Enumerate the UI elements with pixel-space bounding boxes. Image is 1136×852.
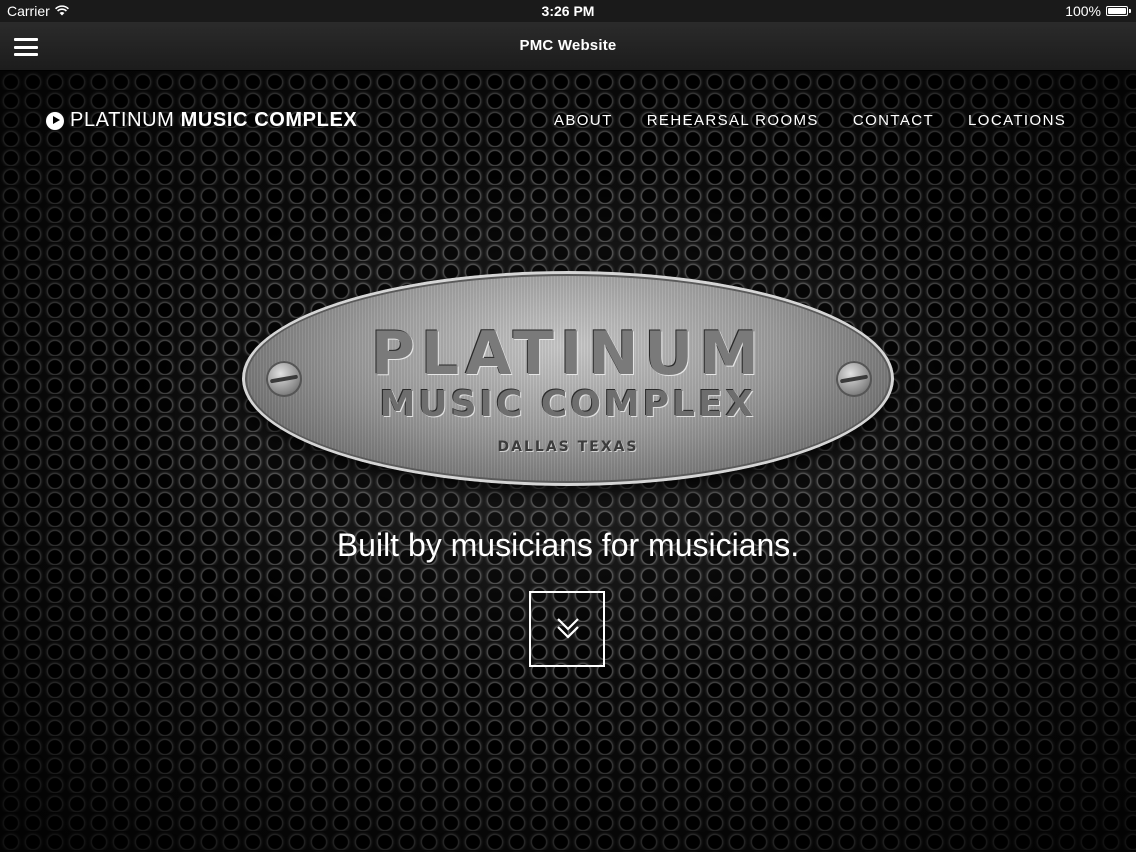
- status-time: 3:26 PM: [541, 3, 595, 19]
- brand-light: PLATINUM: [70, 109, 175, 131]
- battery-percent: 100%: [1065, 3, 1101, 19]
- double-chevron-down-icon: [557, 618, 579, 639]
- nav-link-about[interactable]: ABOUT: [554, 112, 613, 129]
- web-page[interactable]: PLATINUM MUSIC COMPLEX ABOUT REHEARSAL R…: [0, 71, 1136, 852]
- scroll-down-button[interactable]: [529, 591, 605, 667]
- status-bar: Carrier 3:26 PM 100%: [0, 0, 1136, 22]
- site-nav: ABOUT REHEARSAL ROOMS CONTACT LOCATIONS: [554, 112, 1066, 129]
- hero-tagline: Built by musicians for musicians.: [336, 527, 800, 563]
- plaque-subtitle: MUSIC COMPLEX: [379, 384, 757, 425]
- site-header: PLATINUM MUSIC COMPLEX ABOUT REHEARSAL R…: [0, 71, 1136, 171]
- nav-link-rehearsal-rooms[interactable]: REHEARSAL ROOMS: [647, 112, 819, 129]
- app-nav-bar: PMC Website: [0, 22, 1136, 71]
- nav-link-locations[interactable]: LOCATIONS: [968, 112, 1066, 129]
- battery-icon: [1106, 6, 1131, 16]
- nav-title: PMC Website: [519, 37, 617, 54]
- battery-fill: [1108, 8, 1126, 14]
- nav-link-contact[interactable]: CONTACT: [853, 112, 934, 129]
- hero-plaque-logo: PLATINUM MUSIC COMPLEX DALLAS TEXAS: [242, 271, 894, 486]
- brand-logo[interactable]: PLATINUM MUSIC COMPLEX: [46, 109, 357, 132]
- status-right: 100%: [1065, 3, 1131, 19]
- plaque-location: DALLAS TEXAS: [497, 439, 639, 455]
- brand-text: PLATINUM MUSIC COMPLEX: [70, 109, 357, 132]
- brand-bold: MUSIC COMPLEX: [180, 109, 358, 131]
- play-circle-icon: [46, 111, 64, 130]
- plaque-title: PLATINUM: [371, 319, 765, 389]
